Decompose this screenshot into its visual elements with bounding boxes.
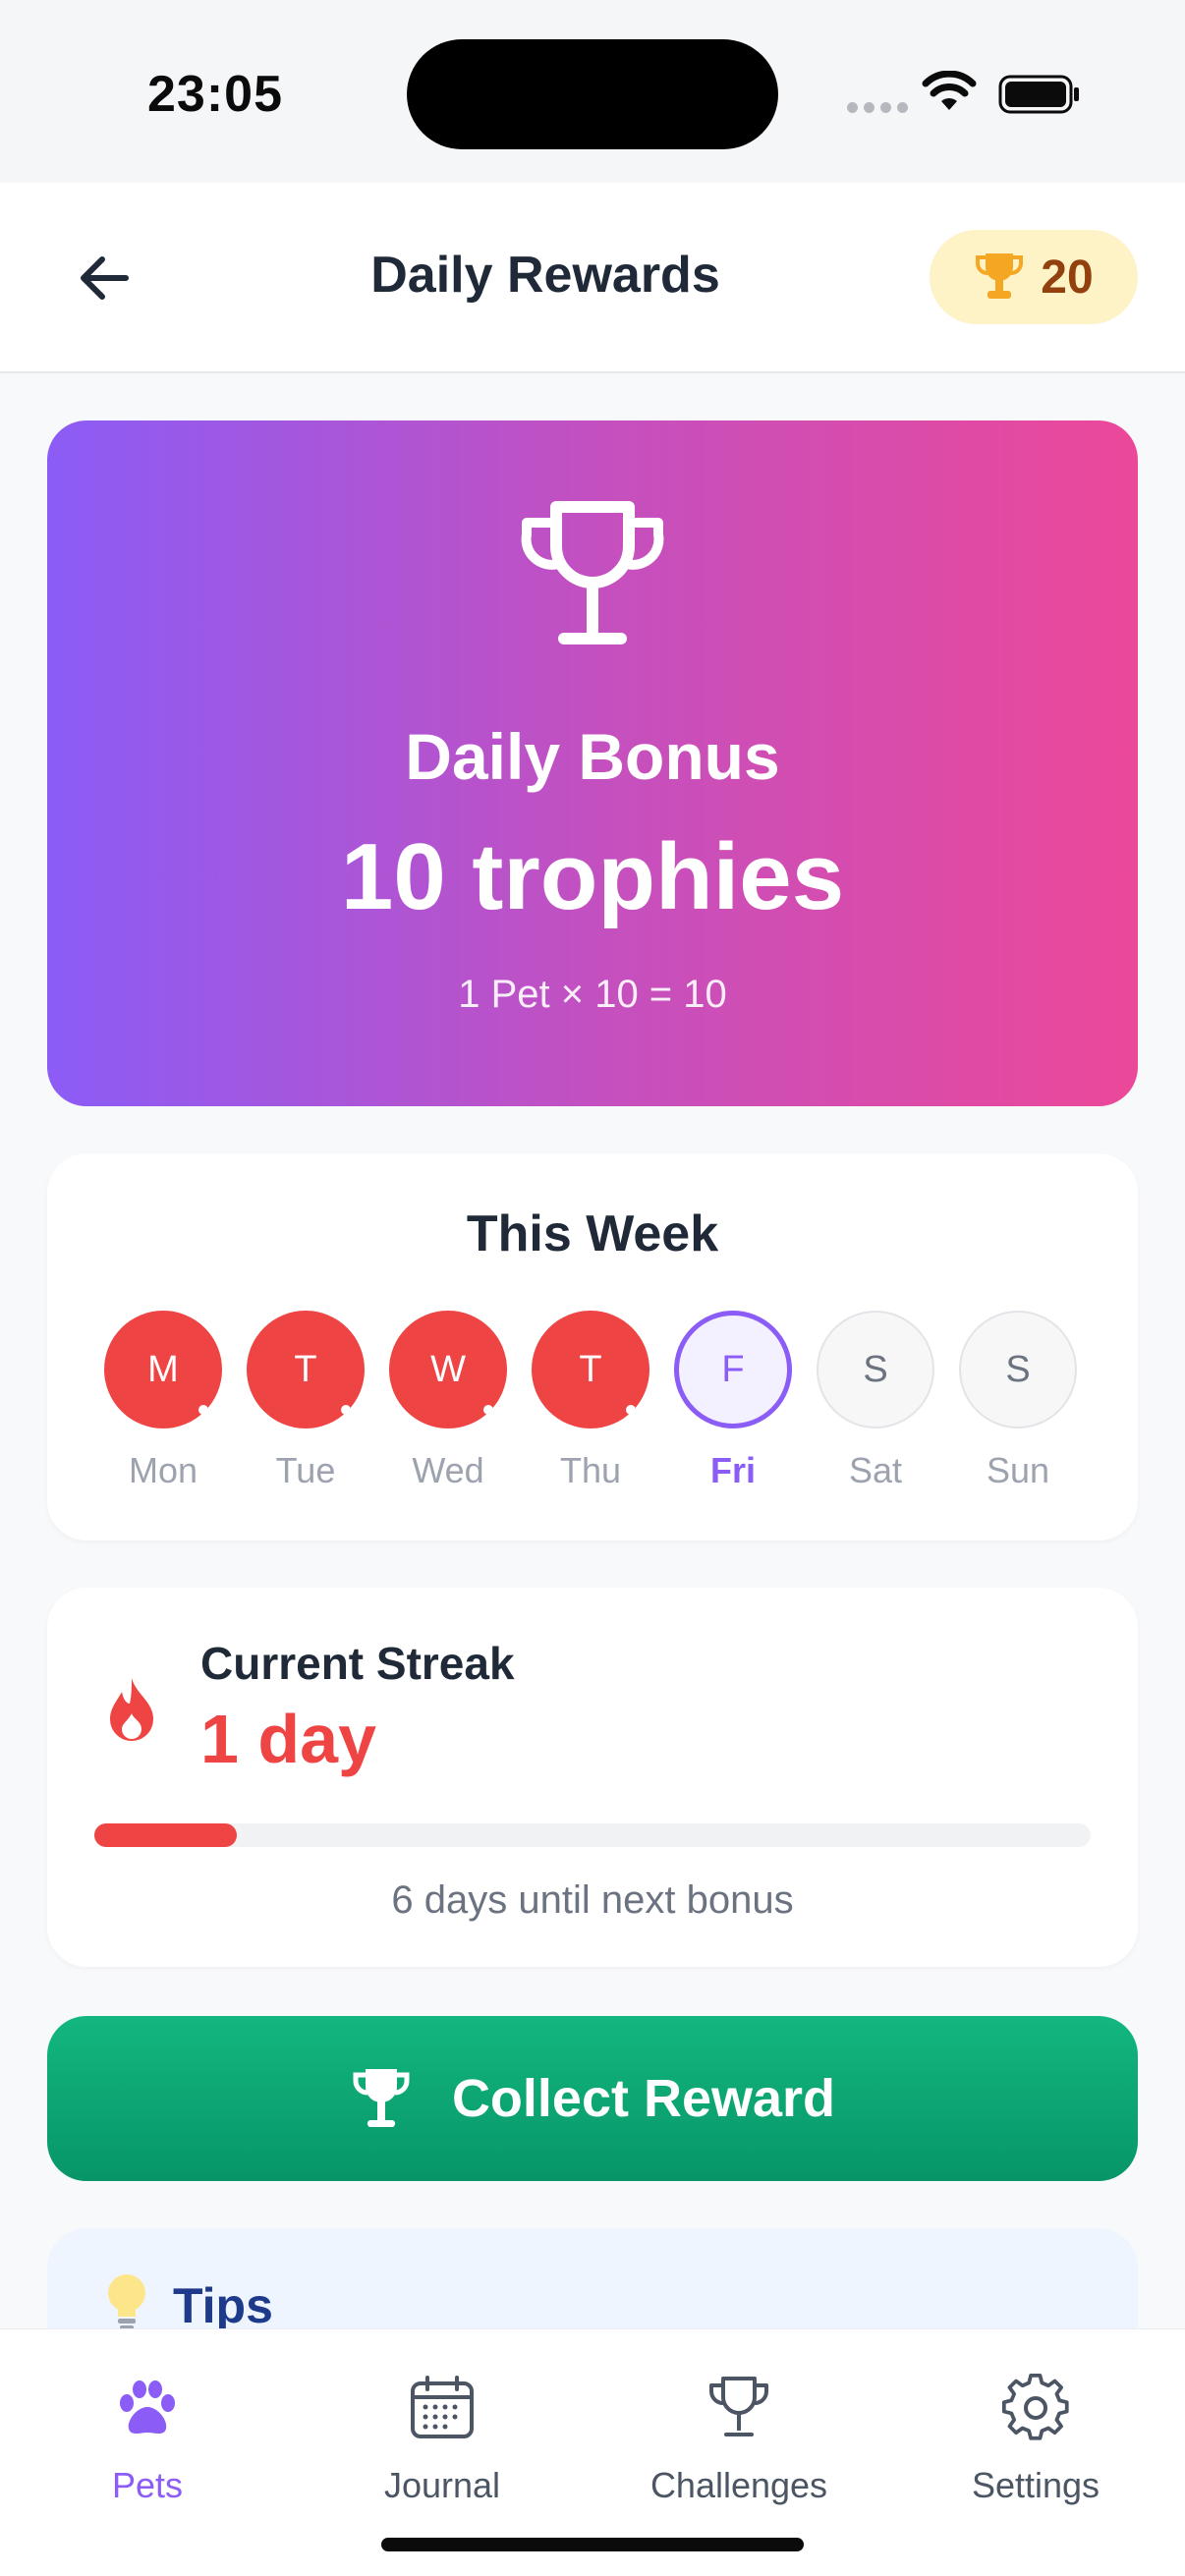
this-week-title: This Week: [466, 1205, 719, 1262]
paw-icon: [120, 2380, 175, 2434]
tab-label: Pets: [111, 2465, 184, 2505]
dynamic-island: [407, 39, 778, 149]
day-letter: W: [430, 1348, 466, 1390]
day-complete-dot: [198, 1405, 208, 1415]
day-thu: T Thu: [532, 1311, 649, 1491]
gear-icon: [1001, 2374, 1069, 2440]
day-fri: F Fri: [674, 1311, 792, 1491]
trophy-icon: [353, 2069, 410, 2127]
day-label: Tue: [275, 1450, 336, 1490]
day-label: Thu: [559, 1450, 622, 1490]
day-sun: S Sun: [959, 1311, 1077, 1491]
trophy-icon: [708, 2377, 769, 2436]
day-circle: T: [532, 1311, 649, 1428]
trophy-count: 20: [1041, 251, 1094, 304]
lightbulb-icon: [108, 2274, 145, 2330]
daily-bonus-formula: 1 Pet × 10 = 10: [458, 973, 727, 1016]
tab-pets[interactable]: Pets: [29, 2369, 265, 2506]
day-label: Sat: [848, 1450, 903, 1490]
day-complete-dot: [341, 1405, 351, 1415]
bottom-tab-bar: Pets Journal Challenges Settings: [0, 2328, 1185, 2576]
streak-label: Current Streak: [200, 1638, 515, 1689]
day-letter: S: [1005, 1348, 1031, 1390]
day-label: Sun: [986, 1450, 1050, 1490]
tab-label: Challenges: [649, 2465, 828, 2505]
day-tue: T Tue: [247, 1311, 365, 1491]
flame-icon: [110, 1678, 153, 1741]
day-letter: M: [147, 1348, 179, 1390]
day-letter: F: [721, 1348, 745, 1390]
app-header: Daily Rewards 20: [0, 183, 1185, 373]
day-label: Mon: [128, 1450, 198, 1490]
day-circle: T: [247, 1311, 365, 1428]
day-letter: T: [294, 1348, 317, 1390]
day-circle: W: [389, 1311, 507, 1428]
tab-challenges[interactable]: Challenges: [621, 2369, 857, 2506]
day-label: Fri: [709, 1450, 756, 1490]
day-complete-dot: [626, 1405, 636, 1415]
wifi-icon: [922, 71, 977, 110]
trophy-icon: [976, 253, 1024, 299]
calendar-icon: [411, 2376, 474, 2438]
day-circle: F: [674, 1311, 792, 1428]
this-week-card: This Week M Mon T Tue W Wed T Thu F Fri S Sat S Sun: [47, 1153, 1138, 1540]
trophy-icon: [521, 501, 664, 644]
home-indicator: [381, 2538, 804, 2551]
collect-reward-button[interactable]: Collect Reward: [47, 2016, 1138, 2181]
tab-journal[interactable]: Journal: [324, 2369, 560, 2506]
tab-label: Journal: [383, 2465, 501, 2505]
tab-settings[interactable]: Settings: [918, 2369, 1154, 2506]
day-circle: S: [817, 1311, 934, 1428]
day-wed: W Wed: [389, 1311, 507, 1491]
status-bar: 23:05: [0, 0, 1185, 183]
day-circle: S: [959, 1311, 1077, 1428]
streak-next-bonus-text: 6 days until next bonus: [391, 1878, 794, 1922]
cellular-signal-icon: [847, 102, 908, 113]
day-complete-dot: [483, 1405, 493, 1415]
tips-title: Tips: [173, 2278, 273, 2333]
streak-value: 1 day: [200, 1701, 376, 1777]
streak-progress-fill: [94, 1823, 237, 1847]
daily-bonus-title: Daily Bonus: [405, 720, 780, 793]
status-time: 23:05: [147, 66, 283, 123]
daily-bonus-amount: 10 trophies: [340, 824, 845, 929]
tab-label: Settings: [971, 2465, 1100, 2505]
day-circle: M: [104, 1311, 222, 1428]
day-letter: T: [579, 1348, 602, 1390]
day-letter: S: [863, 1348, 888, 1390]
streak-progress-bar: [94, 1823, 1091, 1847]
page-title: Daily Rewards: [370, 247, 720, 304]
daily-bonus-card: Daily Bonus 10 trophies 1 Pet × 10 = 10: [47, 420, 1138, 1106]
day-label: Wed: [412, 1450, 484, 1490]
collect-reward-label: Collect Reward: [451, 2069, 836, 2128]
battery-icon: [998, 75, 1079, 114]
day-sat: S Sat: [817, 1311, 934, 1491]
trophy-count-badge: 20: [930, 230, 1138, 324]
day-mon: M Mon: [104, 1311, 222, 1491]
current-streak-card: Current Streak 1 day 6 days until next b…: [47, 1588, 1138, 1967]
